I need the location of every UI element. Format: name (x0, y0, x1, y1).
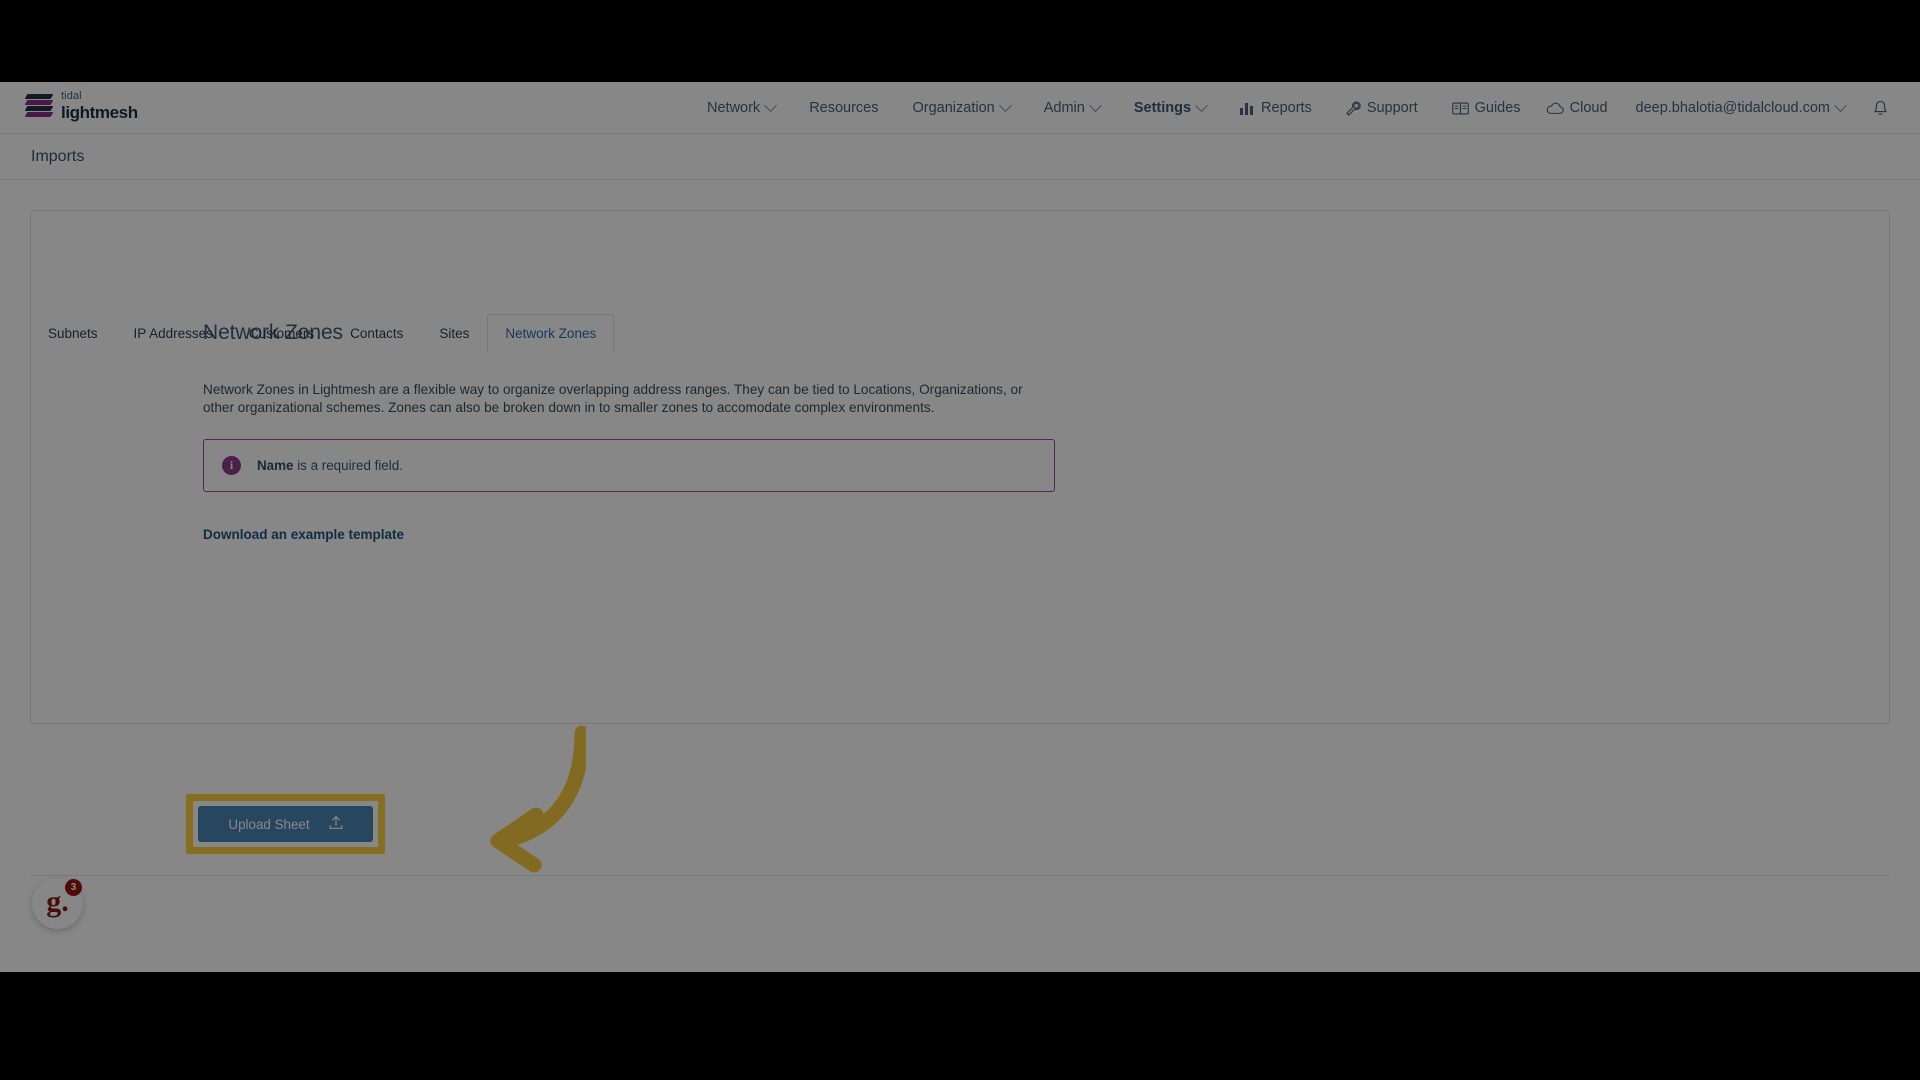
wrench-icon (1345, 100, 1361, 116)
tab-network-zones[interactable]: Network Zones (487, 314, 615, 353)
upload-button-highlight-inner: Upload Sheet (193, 801, 378, 847)
nav-item-label: Guides (1474, 100, 1521, 116)
upload-sheet-button-label: Upload Sheet (228, 816, 310, 832)
browser-viewport: tidal lightmesh Network Resources Organi… (0, 82, 1920, 972)
nav-item-resources[interactable]: Resources (792, 82, 895, 134)
nav-item-support[interactable]: Support (1329, 82, 1435, 134)
tab-label: Customers (248, 326, 315, 341)
screen-root: tidal lightmesh Network Resources Organi… (0, 0, 1920, 1080)
chart-bar-icon (1240, 101, 1255, 115)
tab-ip-addresses[interactable]: IP Addresses (116, 314, 231, 352)
chevron-down-icon (1834, 98, 1847, 112)
validation-field-name: Name (257, 457, 294, 473)
nav-item-label: Settings (1133, 100, 1192, 116)
page-title: Imports (31, 147, 85, 165)
cloud-icon (1546, 102, 1564, 115)
nav-item-label: Network (707, 100, 761, 116)
card-body: Network Zones Network Zones in Lightmesh… (31, 211, 1889, 576)
info-icon: i (222, 455, 241, 475)
upload-icon (329, 815, 343, 833)
chevron-down-icon (1195, 98, 1208, 112)
notifications-button[interactable] (1859, 82, 1902, 134)
brand-text: tidal lightmesh (61, 90, 138, 122)
brand-name-lightmesh: lightmesh (61, 103, 138, 122)
validation-alert: i Name is a required field. (203, 438, 1055, 492)
upload-sheet-button[interactable]: Upload Sheet (198, 806, 373, 842)
chevron-down-icon (1088, 98, 1102, 112)
tab-sites[interactable]: Sites (421, 314, 487, 352)
tab-label: Sites (439, 326, 470, 341)
account-menu[interactable]: deep.bhalotia@tidalcloud.com (1622, 82, 1859, 134)
footer-divider (30, 875, 1890, 876)
nav-item-settings[interactable]: Settings (1117, 82, 1223, 134)
chevron-down-icon (764, 98, 778, 112)
help-widget-button[interactable]: g. 3 (32, 878, 83, 929)
import-card: Network Zones Network Zones in Lightmesh… (30, 210, 1890, 873)
nav-item-label: Support (1366, 100, 1418, 116)
nav-item-cloud[interactable]: Cloud (1532, 82, 1622, 134)
upload-button-highlight: Upload Sheet (186, 794, 385, 854)
tab-label: Contacts (350, 326, 404, 341)
content-wrapper: Network Zones Network Zones in Lightmesh… (0, 180, 1920, 873)
bell-icon (1873, 100, 1888, 117)
download-template-link[interactable]: Download an example template (203, 527, 404, 542)
account-email-label: deep.bhalotia@tidalcloud.com (1635, 100, 1830, 116)
chevron-down-icon (998, 98, 1012, 112)
nav-item-label: Organization (912, 100, 995, 116)
nav-item-label: Cloud (1569, 100, 1608, 116)
card-inner: Network Zones Network Zones in Lightmesh… (31, 321, 1889, 576)
tab-customers[interactable]: Customers (231, 314, 332, 352)
page-header: Imports (0, 134, 1920, 180)
nav-item-network[interactable]: Network (690, 82, 792, 134)
book-icon (1451, 102, 1469, 115)
tab-bar: Subnets IP Addresses Customers Contacts … (30, 314, 1890, 353)
tab-contacts[interactable]: Contacts (332, 314, 421, 352)
nav-item-label: Admin (1043, 100, 1085, 116)
nav-item-label: Reports (1261, 100, 1312, 116)
tab-label: IP Addresses (133, 326, 213, 341)
nav-item-admin[interactable]: Admin (1027, 82, 1117, 134)
nav-primary-items: Network Resources Organization Admin Set… (690, 82, 1538, 134)
brand-name-tidal: tidal (61, 90, 82, 102)
annotation-arrow (490, 725, 586, 873)
nav-item-label: Resources (809, 100, 879, 116)
nav-item-organization[interactable]: Organization (896, 82, 1027, 134)
section-description: Network Zones in Lightmesh are a flexibl… (203, 382, 1023, 415)
nav-right-items: Cloud deep.bhalotia@tidalcloud.com (1532, 82, 1902, 134)
tab-subnets[interactable]: Subnets (30, 314, 116, 352)
lightmesh-logo-icon (24, 93, 54, 119)
help-widget-badge: 3 (65, 879, 82, 896)
brand-logo[interactable]: tidal lightmesh (24, 90, 138, 122)
validation-alert-text: Name is a required field. (257, 458, 403, 473)
tab-label: Subnets (48, 326, 98, 341)
tab-label: Network Zones (505, 326, 597, 341)
top-navigation-bar: tidal lightmesh Network Resources Organi… (0, 82, 1920, 134)
validation-message: is a required field. (293, 457, 403, 473)
nav-item-reports[interactable]: Reports (1223, 82, 1329, 134)
nav-item-guides[interactable]: Guides (1435, 82, 1538, 134)
